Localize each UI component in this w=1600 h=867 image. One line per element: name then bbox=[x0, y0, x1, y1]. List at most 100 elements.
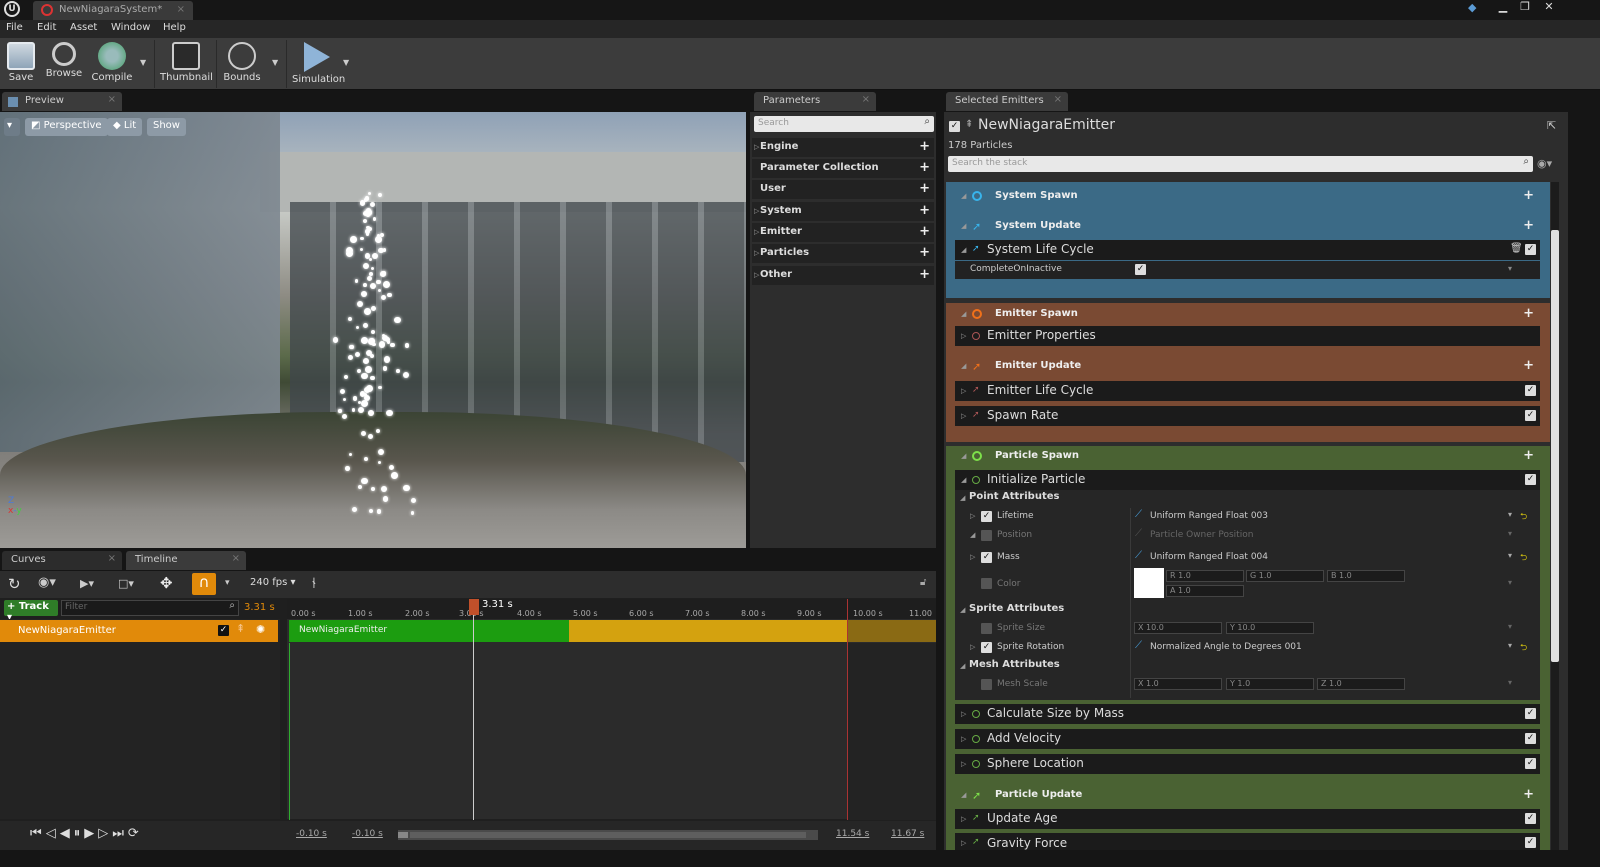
curves-tab[interactable]: Curves × bbox=[2, 551, 122, 570]
param-category-system[interactable]: ▷ System + bbox=[752, 202, 934, 221]
add-track-button[interactable]: + Track ▾ bbox=[4, 600, 58, 623]
close-tab-icon[interactable]: × bbox=[108, 553, 116, 564]
pin-icon[interactable]: ⇞ bbox=[236, 622, 245, 635]
compile-dropdown-icon[interactable]: ▼ bbox=[140, 58, 146, 67]
add-icon[interactable]: + bbox=[919, 203, 930, 218]
update-age-module[interactable]: ▷ ➚ Update Age ✓ bbox=[955, 809, 1540, 829]
sprite-size-y-field[interactable]: Y 10.0 bbox=[1226, 622, 1314, 634]
mesh-scale-z-field[interactable]: Z 1.0 bbox=[1317, 678, 1405, 690]
add-icon[interactable]: + bbox=[919, 181, 930, 196]
move-icon[interactable]: ✥ bbox=[160, 574, 173, 592]
menu-asset[interactable]: Asset bbox=[70, 22, 97, 33]
reset-icon[interactable]: ⮌ bbox=[1520, 509, 1527, 525]
module-enabled-checkbox[interactable]: ✓ bbox=[1525, 410, 1536, 421]
close-tab-icon[interactable]: × bbox=[862, 94, 870, 105]
notification-icon[interactable]: ◆ bbox=[1468, 1, 1482, 15]
time-range-scrollbar[interactable] bbox=[398, 830, 818, 840]
system-update-header[interactable]: ◢ ➚ System Update + bbox=[955, 216, 1540, 236]
close-window-icon[interactable]: ✕ bbox=[1540, 0, 1558, 14]
menu-file[interactable]: File bbox=[6, 22, 23, 33]
add-icon[interactable]: + bbox=[919, 160, 930, 175]
mesh-scale-x-field[interactable]: X 1.0 bbox=[1134, 678, 1222, 690]
add-icon[interactable]: + bbox=[1523, 358, 1534, 373]
complete-on-inactive-checkbox[interactable]: ✓ bbox=[1135, 264, 1146, 275]
add-velocity-module[interactable]: ▷ Add Velocity ✓ bbox=[955, 729, 1540, 749]
emitter-enabled-checkbox[interactable]: ✓ bbox=[949, 121, 960, 132]
module-enabled-checkbox[interactable]: ✓ bbox=[1525, 733, 1536, 744]
color-swatch[interactable] bbox=[1134, 568, 1164, 598]
pin-icon[interactable]: ⇞ bbox=[965, 119, 973, 130]
add-icon[interactable]: + bbox=[1523, 218, 1534, 233]
emitter-life-cycle-module[interactable]: ▷ ➚ Emitter Life Cycle ✓ bbox=[955, 381, 1540, 401]
selected-emitters-tab[interactable]: Selected Emitters × bbox=[946, 92, 1068, 111]
add-icon[interactable]: + bbox=[1523, 787, 1534, 802]
row-dropdown-icon[interactable]: ▾ bbox=[1508, 510, 1512, 519]
mesh-attributes-header[interactable]: ◢ Mesh Attributes bbox=[955, 657, 1540, 675]
timeline-tab[interactable]: Timeline × bbox=[126, 551, 246, 570]
module-enabled-checkbox[interactable]: ✓ bbox=[1525, 244, 1536, 255]
close-tab-icon[interactable]: × bbox=[1054, 94, 1062, 105]
sprite-rotation-checkbox[interactable]: ✓ bbox=[981, 642, 992, 653]
close-tab-icon[interactable]: × bbox=[177, 4, 185, 15]
track-filter-input[interactable]: Filter ⌕ bbox=[61, 600, 239, 616]
add-icon[interactable]: + bbox=[1523, 188, 1534, 203]
param-category-other[interactable]: ▷ Other + bbox=[752, 266, 934, 285]
particle-spawn-header[interactable]: ◢ Particle Spawn + bbox=[955, 446, 1540, 466]
system-spawn-header[interactable]: ◢ System Spawn + bbox=[955, 186, 1540, 206]
preview-viewport[interactable]: ▾ ◩ Perspective ◆ Lit Show Zx-y bbox=[0, 112, 746, 548]
stack-search-input[interactable]: Search the stack ⌕ bbox=[948, 156, 1533, 172]
stack-scrollbar[interactable] bbox=[1551, 182, 1559, 850]
preview-tab[interactable]: Preview × bbox=[2, 92, 122, 111]
param-category-engine[interactable]: ▷ Engine + bbox=[752, 138, 934, 157]
row-dropdown-icon[interactable]: ▾ bbox=[1508, 264, 1512, 273]
sprite-attributes-header[interactable]: ◢ Sprite Attributes bbox=[955, 601, 1540, 619]
position-value[interactable]: Particle Owner Position bbox=[1150, 530, 1253, 540]
gravity-force-module[interactable]: ▷ ➚ Gravity Force ✓ bbox=[955, 833, 1540, 850]
module-enabled-checkbox[interactable]: ✓ bbox=[1525, 474, 1536, 485]
scrollbar-handle[interactable] bbox=[398, 832, 408, 838]
mesh-scale-checkbox[interactable] bbox=[981, 679, 992, 690]
document-tab[interactable]: NewNiagaraSystem* × bbox=[33, 1, 193, 20]
sprite-size-checkbox[interactable] bbox=[981, 623, 992, 634]
emitter-track-row[interactable]: NewNiagaraEmitter ✓ ⇞ ✺ bbox=[0, 620, 278, 642]
point-attributes-header[interactable]: ◢ Point Attributes bbox=[955, 489, 1540, 507]
add-icon[interactable]: + bbox=[919, 139, 930, 154]
perspective-button[interactable]: ◩ Perspective bbox=[25, 118, 108, 136]
reset-icon[interactable]: ⮌ bbox=[1520, 550, 1527, 566]
row-dropdown-icon[interactable]: ▾ bbox=[1508, 622, 1512, 631]
parameters-search-input[interactable]: Search ⌕ bbox=[754, 116, 934, 132]
row-dropdown-icon[interactable]: ▾ bbox=[1508, 551, 1512, 560]
row-dropdown-icon[interactable]: ▾ bbox=[1508, 678, 1512, 687]
snap-dropdown-icon[interactable]: ▾ bbox=[225, 578, 230, 588]
simulation-button[interactable]: Simulation bbox=[292, 40, 345, 88]
emitter-clip-green[interactable]: NewNiagaraEmitter bbox=[289, 620, 569, 642]
lock-icon[interactable]: 🔓︎ bbox=[920, 577, 926, 588]
param-category-particles[interactable]: ▷ Particles + bbox=[752, 244, 934, 263]
scrollbar-thumb[interactable] bbox=[410, 832, 806, 838]
minimize-icon[interactable]: ▁ bbox=[1494, 0, 1512, 14]
visibility-eye-icon[interactable]: ◉▾ bbox=[1537, 157, 1552, 170]
track-enabled-checkbox[interactable]: ✓ bbox=[218, 625, 229, 636]
emitter-update-header[interactable]: ◢ ➚ Emitter Update + bbox=[955, 356, 1540, 376]
transport-controls-icon[interactable]: ⏮◁◀⏸▶▷⏭⟳ bbox=[30, 826, 143, 841]
module-enabled-checkbox[interactable]: ✓ bbox=[1525, 385, 1536, 396]
system-life-cycle-module[interactable]: ◢ ➚ System Life Cycle 🗑︎ ✓ bbox=[955, 240, 1540, 260]
particle-update-header[interactable]: ◢ ➚ Particle Update + bbox=[955, 785, 1540, 805]
initialize-particle-module[interactable]: ◢ Initialize Particle ✓ bbox=[955, 470, 1540, 490]
close-tab-icon[interactable]: × bbox=[232, 553, 240, 564]
mass-value[interactable]: Uniform Ranged Float 004 bbox=[1150, 552, 1268, 562]
delete-icon[interactable]: 🗑︎ bbox=[1510, 243, 1523, 254]
sprite-rotation-value[interactable]: Normalized Angle to Degrees 001 bbox=[1150, 642, 1302, 652]
playhead-handle[interactable] bbox=[469, 599, 479, 615]
compile-button[interactable]: Compile bbox=[90, 40, 134, 88]
open-external-icon[interactable]: ⇱ bbox=[1547, 119, 1556, 132]
view-range-start[interactable]: -0.10 s bbox=[296, 829, 327, 839]
color-a-field[interactable]: A 1.0 bbox=[1166, 585, 1244, 597]
module-enabled-checkbox[interactable]: ✓ bbox=[1525, 708, 1536, 719]
simulation-dropdown-icon[interactable]: ▼ bbox=[343, 58, 349, 67]
emitter-properties-module[interactable]: ▷ Emitter Properties bbox=[955, 326, 1540, 346]
module-enabled-checkbox[interactable]: ✓ bbox=[1525, 837, 1536, 848]
parameters-tab[interactable]: Parameters × bbox=[754, 92, 876, 111]
working-range-end[interactable]: 11.54 s bbox=[836, 829, 869, 839]
loop-icon[interactable]: ↻ bbox=[8, 575, 21, 593]
